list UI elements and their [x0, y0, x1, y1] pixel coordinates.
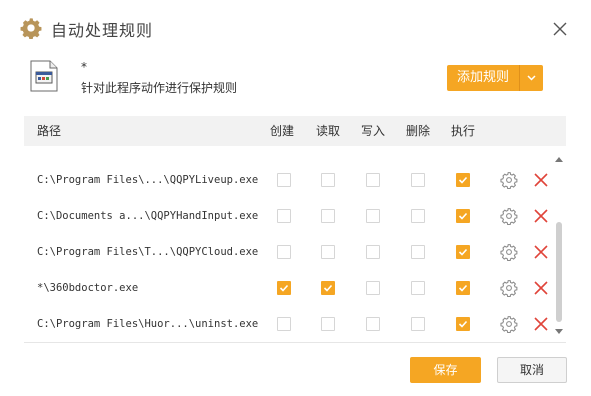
- write-checkbox[interactable]: [366, 281, 380, 295]
- write-checkbox[interactable]: [366, 317, 380, 331]
- delete-icon[interactable]: [533, 172, 549, 188]
- program-name: *: [81, 60, 87, 74]
- delete-icon[interactable]: [533, 316, 549, 332]
- checkmark-icon: [279, 284, 289, 292]
- create-checkbox[interactable]: [277, 317, 291, 331]
- write-checkbox[interactable]: [366, 209, 380, 223]
- gear-icon[interactable]: [500, 315, 518, 333]
- delete-checkbox[interactable]: [411, 281, 425, 295]
- checkmark-icon: [458, 320, 468, 328]
- table-header: 路径 创建 读取 写入 删除 执行: [24, 116, 566, 146]
- rules-list: C:\Program Files\...\QQPYLiveup.exe C:\D…: [24, 162, 554, 342]
- delete-checkbox[interactable]: [411, 245, 425, 259]
- divider: [24, 342, 566, 343]
- table-row: *\360bdoctor.exe: [24, 270, 554, 306]
- gear-icon[interactable]: [500, 279, 518, 297]
- create-checkbox[interactable]: [277, 209, 291, 223]
- delete-icon[interactable]: [533, 280, 549, 296]
- column-header-read: 读取: [316, 124, 341, 138]
- table-row: C:\Program Files\Huor...\uninst.exe: [24, 306, 554, 342]
- scroll-down-arrow-icon[interactable]: [555, 329, 563, 335]
- checkmark-icon: [458, 176, 468, 184]
- column-header-write: 写入: [361, 124, 386, 138]
- executable-file-icon: [30, 60, 58, 92]
- write-checkbox[interactable]: [366, 173, 380, 187]
- execute-checkbox[interactable]: [456, 245, 470, 259]
- rule-path: C:\Program Files\...\QQPYLiveup.exe: [37, 174, 259, 186]
- program-description: 针对此程序动作进行保护规则: [81, 81, 238, 95]
- gear-icon[interactable]: [500, 243, 518, 261]
- delete-checkbox[interactable]: [411, 209, 425, 223]
- checkmark-icon: [458, 248, 468, 256]
- create-checkbox[interactable]: [277, 245, 291, 259]
- read-checkbox[interactable]: [321, 173, 335, 187]
- read-checkbox[interactable]: [321, 281, 335, 295]
- rule-path: C:\Documents a...\QQPYHandInput.exe: [37, 210, 259, 222]
- delete-icon[interactable]: [533, 244, 549, 260]
- rule-path: C:\Program Files\T...\QQPYCloud.exe: [37, 246, 259, 258]
- read-checkbox[interactable]: [321, 209, 335, 223]
- table-row: C:\Documents a...\QQPYHandInput.exe: [24, 198, 554, 234]
- create-checkbox[interactable]: [277, 173, 291, 187]
- checkmark-icon: [323, 284, 333, 292]
- window-title: 自动处理规则: [51, 21, 154, 40]
- table-row: C:\Program Files\...\QQPYLiveup.exe: [24, 162, 554, 198]
- gear-icon: [20, 18, 42, 39]
- read-checkbox[interactable]: [321, 317, 335, 331]
- save-button[interactable]: 保存: [410, 357, 481, 383]
- gear-icon[interactable]: [500, 207, 518, 225]
- close-icon[interactable]: [551, 20, 569, 38]
- delete-icon[interactable]: [533, 208, 549, 224]
- title-bar: 自动处理规则: [0, 0, 591, 58]
- column-header-path: 路径: [37, 124, 62, 138]
- execute-checkbox[interactable]: [456, 173, 470, 187]
- delete-checkbox[interactable]: [411, 173, 425, 187]
- column-header-delete: 删除: [406, 124, 431, 138]
- checkmark-icon: [458, 284, 468, 292]
- column-header-create: 创建: [270, 124, 295, 138]
- scroll-up-arrow-icon[interactable]: [555, 156, 563, 162]
- read-checkbox[interactable]: [321, 245, 335, 259]
- execute-checkbox[interactable]: [456, 281, 470, 295]
- rule-path: C:\Program Files\Huor...\uninst.exe: [37, 318, 259, 330]
- create-checkbox[interactable]: [277, 281, 291, 295]
- table-row: C:\Program Files\T...\QQPYCloud.exe: [24, 234, 554, 270]
- cancel-button[interactable]: 取消: [497, 357, 567, 383]
- vertical-scrollbar[interactable]: [552, 152, 566, 340]
- rule-path: *\360bdoctor.exe: [37, 282, 139, 294]
- column-header-execute: 执行: [451, 124, 476, 138]
- scrollbar-thumb[interactable]: [556, 222, 562, 322]
- write-checkbox[interactable]: [366, 245, 380, 259]
- chevron-down-icon[interactable]: [520, 65, 543, 91]
- execute-checkbox[interactable]: [456, 209, 470, 223]
- add-rule-label: 添加规则: [456, 70, 509, 85]
- add-rule-button[interactable]: 添加规则: [447, 65, 543, 91]
- checkmark-icon: [458, 212, 468, 220]
- gear-icon[interactable]: [500, 171, 518, 189]
- execute-checkbox[interactable]: [456, 317, 470, 331]
- delete-checkbox[interactable]: [411, 317, 425, 331]
